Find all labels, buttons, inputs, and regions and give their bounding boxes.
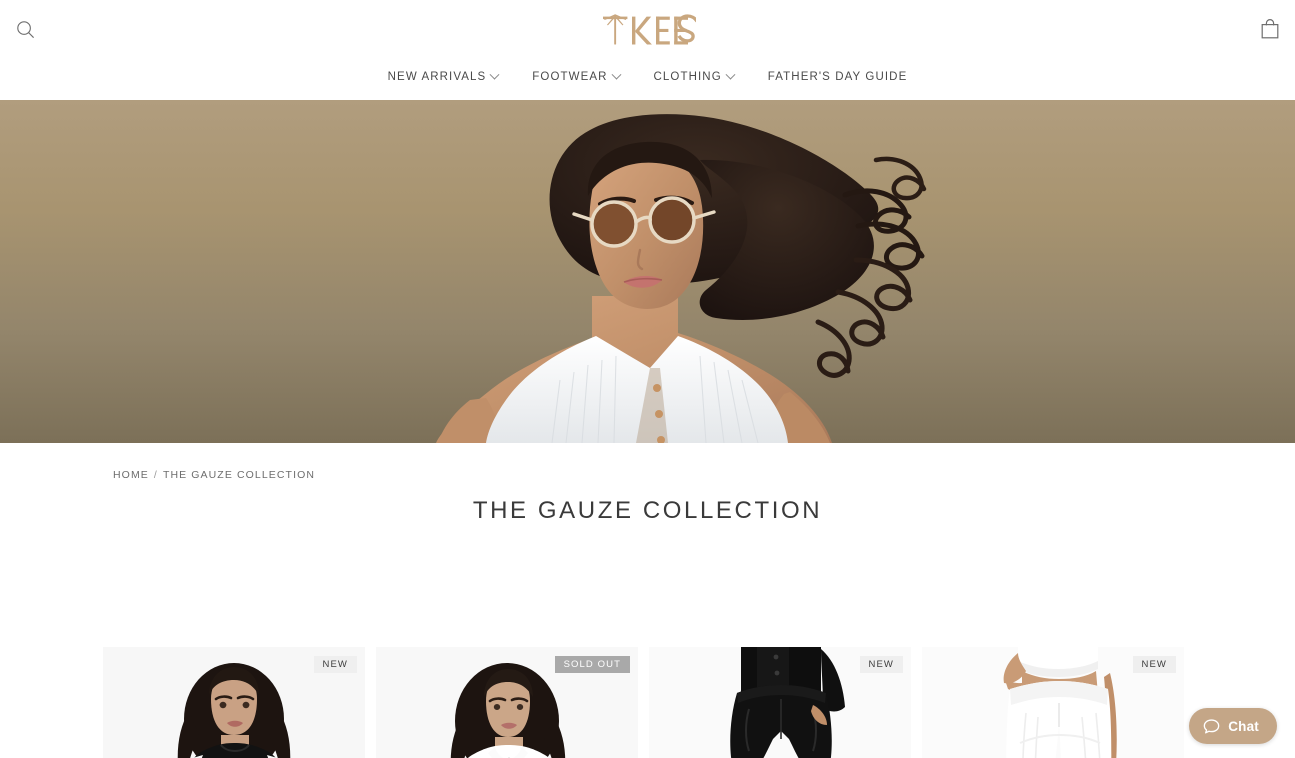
nav-item-footwear[interactable]: FOOTWEAR bbox=[532, 66, 621, 88]
main-navigation: NEW ARRIVALS FOOTWEAR CLOTHING FATHER'S … bbox=[0, 66, 1295, 88]
product-badge: NEW bbox=[1132, 656, 1176, 673]
shopping-bag-icon bbox=[1261, 19, 1279, 39]
product-badge: SOLD OUT bbox=[554, 656, 630, 673]
nav-label: CLOTHING bbox=[653, 71, 722, 83]
product-badge: NEW bbox=[859, 656, 903, 673]
chat-bubble-icon bbox=[1203, 718, 1220, 733]
nav-label: FATHER'S DAY GUIDE bbox=[767, 71, 908, 83]
nav-item-fathers-day-guide[interactable]: FATHER'S DAY GUIDE bbox=[768, 66, 908, 88]
hero-banner[interactable] bbox=[0, 100, 1295, 443]
nav-label: NEW ARRIVALS bbox=[387, 71, 487, 83]
main-content: HOME / THE GAUZE COLLECTION THE GAUZE CO… bbox=[0, 469, 1295, 758]
chevron-down-icon bbox=[489, 69, 500, 80]
hero-image bbox=[0, 100, 1295, 443]
cart-button[interactable] bbox=[1255, 14, 1285, 44]
nav-label: FOOTWEAR bbox=[532, 71, 608, 83]
chevron-down-icon bbox=[611, 69, 621, 80]
chat-label: Chat bbox=[1228, 718, 1259, 734]
page-title: THE GAUZE COLLECTION bbox=[472, 497, 823, 524]
product-card[interactable]: NEW bbox=[649, 647, 911, 758]
tkees-logo-icon bbox=[602, 14, 696, 45]
breadcrumb-current: THE GAUZE COLLECTION bbox=[162, 469, 316, 481]
nav-item-new-arrivals[interactable]: NEW ARRIVALS bbox=[387, 66, 500, 88]
site-header: NEW ARRIVALS FOOTWEAR CLOTHING FATHER'S … bbox=[0, 0, 1295, 100]
product-grid: NEW SOLD OUT NEW NEW bbox=[103, 647, 1184, 758]
product-card[interactable]: NEW bbox=[103, 647, 365, 758]
product-card[interactable]: SOLD OUT bbox=[376, 647, 638, 758]
nav-item-clothing[interactable]: CLOTHING bbox=[653, 66, 736, 88]
site-logo[interactable] bbox=[0, 8, 1295, 50]
breadcrumb-separator: / bbox=[153, 469, 158, 481]
breadcrumb-home[interactable]: HOME bbox=[113, 469, 149, 481]
product-card[interactable]: NEW bbox=[922, 647, 1184, 758]
breadcrumb: HOME / THE GAUZE COLLECTION bbox=[113, 469, 1295, 481]
product-badge: NEW bbox=[313, 656, 357, 673]
chat-widget-button[interactable]: Chat bbox=[1189, 708, 1277, 744]
chevron-down-icon bbox=[725, 69, 736, 80]
